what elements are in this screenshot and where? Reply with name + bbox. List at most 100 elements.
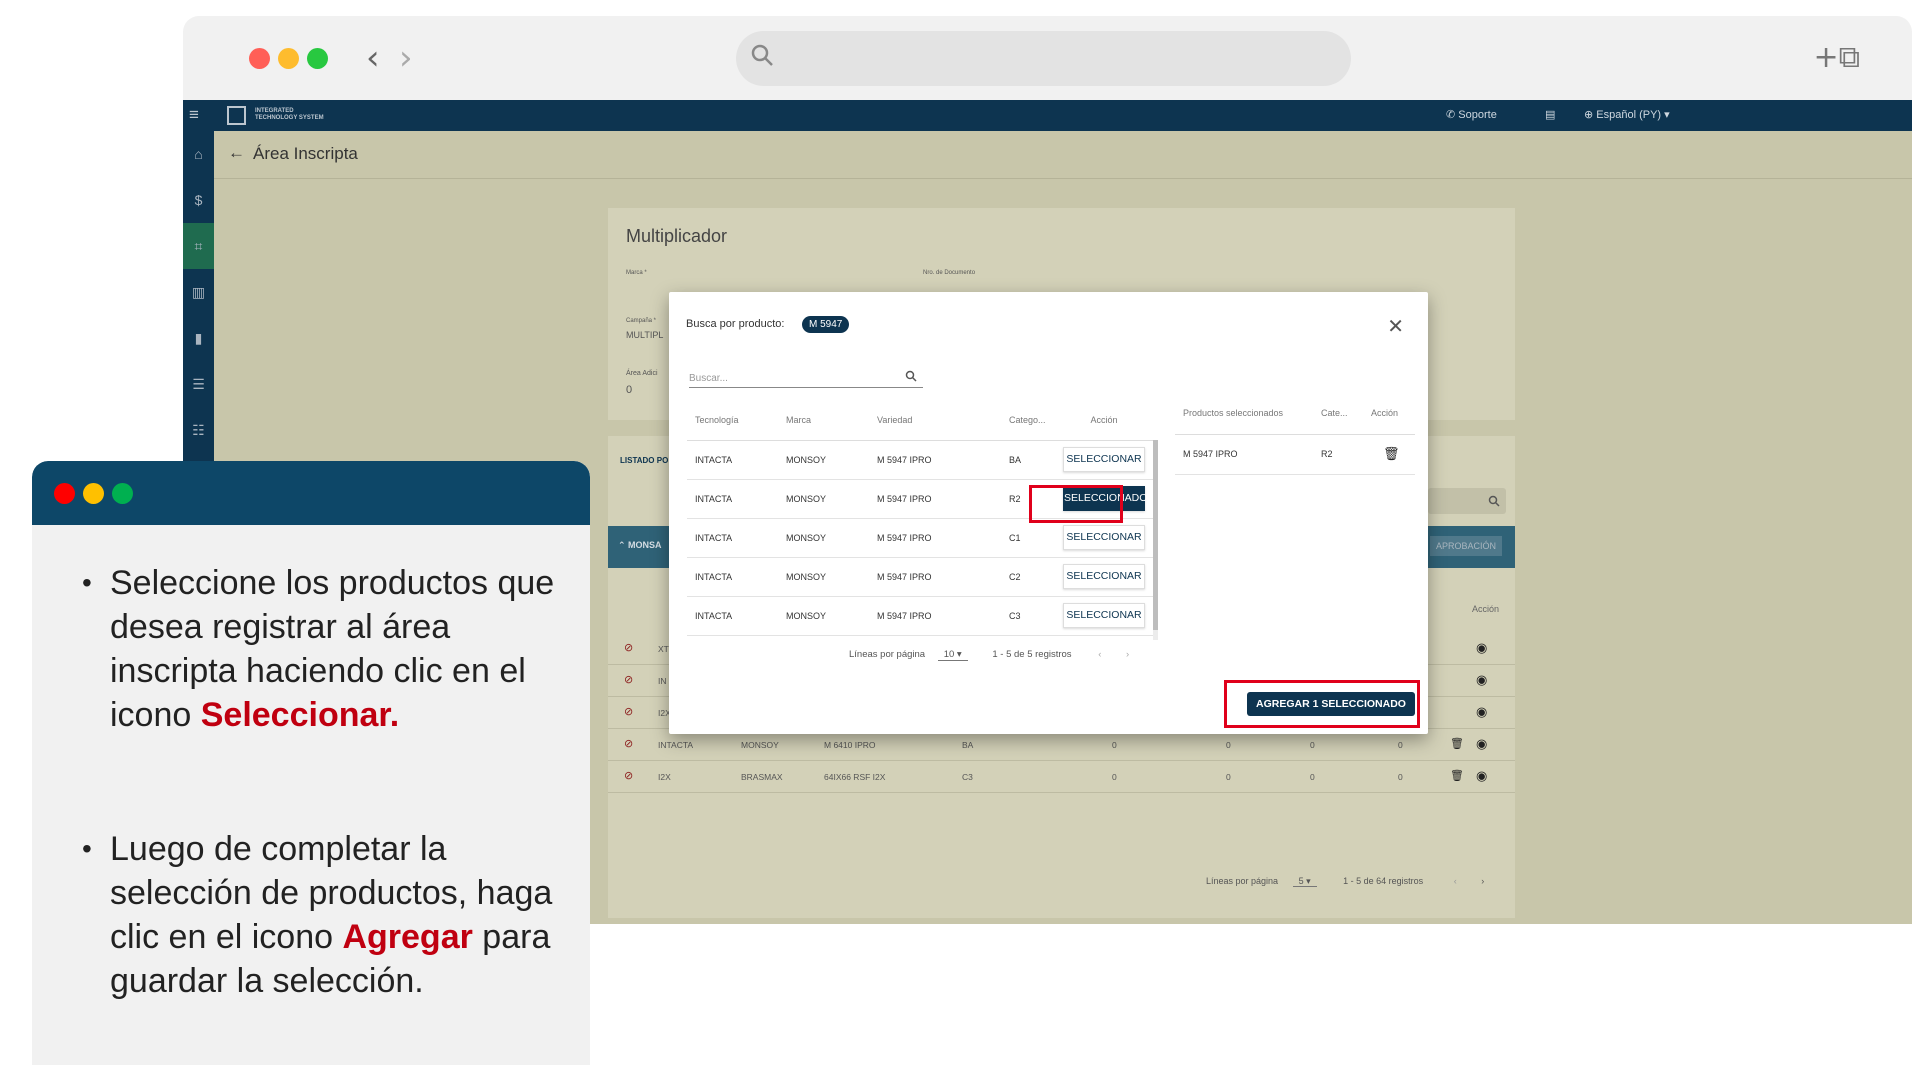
select-button[interactable]: SELECCIONAR	[1063, 447, 1145, 472]
products-table-header: Tecnología Marca Variedad Catego... Acci…	[687, 400, 1155, 441]
selected-product-row: M 5947 IPRO R2 🗑	[1175, 434, 1415, 475]
green-dot	[112, 483, 133, 504]
delete-icon[interactable]: 🗑	[1450, 737, 1464, 750]
cell-tecnologia: INTACTA	[687, 557, 778, 597]
cell-marca: MONSOY	[778, 440, 869, 480]
bg-cell-c: 0	[1310, 772, 1315, 782]
cell-accion: SELECCIONAR	[1053, 596, 1155, 636]
add-button-highlight	[1224, 680, 1420, 728]
support-link[interactable]: ✆ Soporte	[1446, 108, 1497, 121]
selected-button-highlight	[1029, 485, 1123, 523]
cell-tecnologia: INTACTA	[687, 440, 778, 480]
bg-cell-marca: BRASMAX	[741, 772, 783, 782]
campana-value: MULTIPL	[626, 330, 664, 340]
bg-cell-c: 0	[1310, 740, 1315, 750]
product-row: INTACTA MONSOY M 5947 IPRO C1 SELECCIONAR	[687, 518, 1155, 558]
bg-cell-b: 0	[1226, 772, 1231, 782]
card-title: Multiplicador	[626, 226, 728, 246]
bg-prev-icon[interactable]: ‹	[1454, 876, 1457, 886]
language-selector[interactable]: ⊕ Español (PY) ▾	[1584, 108, 1670, 121]
cell-categoria: C2	[1001, 557, 1053, 597]
red-dot	[54, 483, 75, 504]
cell-marca: MONSOY	[778, 518, 869, 558]
bg-cell-variedad: M 6410 IPRO	[824, 740, 876, 750]
view-icon[interactable]: ◉	[1476, 672, 1487, 688]
col-accion: Acción	[1053, 400, 1155, 441]
bg-lines-label: Líneas por página	[1206, 876, 1279, 886]
area-value: 0	[626, 384, 633, 396]
listado-search-icon[interactable]	[1428, 488, 1506, 514]
minimize-window-dot[interactable]	[278, 48, 299, 69]
forward-arrow-icon[interactable]: ›	[399, 38, 413, 78]
select-button[interactable]: SELECCIONAR	[1063, 525, 1145, 550]
products-scrollbar[interactable]	[1153, 440, 1158, 640]
instruction-step-1: Seleccione los productos que desea regis…	[82, 561, 572, 737]
aprobacion-button[interactable]: APROBACIÓN	[1430, 536, 1503, 556]
bg-cell-a: 0	[1112, 740, 1117, 750]
bg-lines-select[interactable]: 5 ▾	[1292, 876, 1317, 887]
search-field[interactable]	[689, 368, 923, 388]
bg-next-icon[interactable]: ›	[1481, 876, 1484, 886]
dollar-icon[interactable]: $	[183, 177, 214, 223]
chart-icon[interactable]: ▥	[183, 269, 214, 315]
delete-icon[interactable]: 🗑	[1371, 446, 1400, 461]
next-page-icon[interactable]: ›	[1126, 649, 1129, 660]
back-arrow-icon[interactable]: ‹	[366, 38, 380, 78]
browser-toolbar: ‹ › +⧉	[183, 16, 1912, 100]
col-variedad: Variedad	[869, 400, 1001, 441]
cell-accion: SELECCIONAR	[1053, 518, 1155, 558]
maximize-window-dot[interactable]	[307, 48, 328, 69]
product-row: INTACTA MONSOY M 5947 IPRO C3 SELECCIONAR	[687, 596, 1155, 636]
new-tab-icon[interactable]: +⧉	[1813, 40, 1860, 75]
cell-categoria: C3	[1001, 596, 1053, 636]
close-window-dot[interactable]	[249, 48, 270, 69]
view-icon[interactable]: ◉	[1476, 704, 1487, 720]
tab-listado[interactable]: LISTADO PO	[620, 456, 668, 465]
search-chip[interactable]: M 5947	[802, 316, 850, 333]
blocked-icon: ⊘	[624, 738, 634, 750]
view-icon[interactable]: ◉	[1476, 768, 1487, 784]
lines-per-page-select[interactable]: 10 ▾	[937, 649, 968, 661]
col-marca: Marca	[778, 400, 869, 441]
lines-per-page-value: 10	[943, 649, 955, 660]
support-label: Soporte	[1458, 109, 1497, 121]
menu-icon[interactable]: ≡	[189, 105, 199, 125]
cell-accion: SELECCIONAR	[1053, 440, 1155, 480]
group-label: ⌃ MONSA	[618, 540, 662, 550]
home-icon[interactable]: ⌂	[183, 131, 214, 177]
bg-range: 1 - 5 de 64 registros	[1343, 876, 1424, 886]
back-icon[interactable]: ←	[228, 143, 245, 163]
close-icon[interactable]: ✕	[1387, 314, 1404, 339]
cell-marca: MONSOY	[778, 596, 869, 636]
bg-pager: Líneas por página 5 ▾ 1 - 5 de 64 regist…	[1206, 876, 1484, 887]
area-icon[interactable]: ⌗	[183, 223, 214, 269]
bg-cell-tec: XT	[658, 644, 669, 654]
checklist-icon[interactable]: ☰	[183, 361, 214, 407]
blocked-icon: ⊘	[624, 674, 634, 686]
delete-icon[interactable]: 🗑	[1450, 769, 1464, 782]
blocked-icon: ⊘	[624, 770, 634, 782]
book-icon[interactable]: ▮	[183, 315, 214, 361]
bg-cell-d: 0	[1398, 740, 1403, 750]
cell-tecnologia: INTACTA	[687, 596, 778, 636]
bg-cell-marca: MONSOY	[741, 740, 779, 750]
view-icon[interactable]: ◉	[1476, 640, 1487, 656]
search-input[interactable]	[689, 373, 889, 384]
page-header: ← Área Inscripta	[214, 131, 1912, 179]
cell-accion: SELECCIONAR	[1053, 557, 1155, 597]
users-icon[interactable]: ☷	[183, 407, 214, 453]
logo-icon	[227, 106, 246, 125]
accion-header: Acción	[1472, 604, 1500, 614]
lines-per-page-label: Líneas por página	[849, 649, 926, 660]
address-bar[interactable]	[736, 31, 1351, 86]
select-button[interactable]: SELECCIONAR	[1063, 564, 1145, 589]
search-by-label: Busca por producto:	[686, 318, 785, 330]
selected-table-header: Productos seleccionados Cate... Acción	[1175, 392, 1415, 435]
pager-range: 1 - 5 de 5 registros	[992, 649, 1072, 660]
scrollbar-thumb[interactable]	[1153, 440, 1158, 630]
prev-page-icon[interactable]: ‹	[1098, 649, 1101, 660]
select-button[interactable]: SELECCIONAR	[1063, 603, 1145, 628]
chat-icon[interactable]: ▤	[1545, 108, 1555, 121]
blocked-icon: ⊘	[624, 706, 634, 718]
view-icon[interactable]: ◉	[1476, 736, 1487, 752]
